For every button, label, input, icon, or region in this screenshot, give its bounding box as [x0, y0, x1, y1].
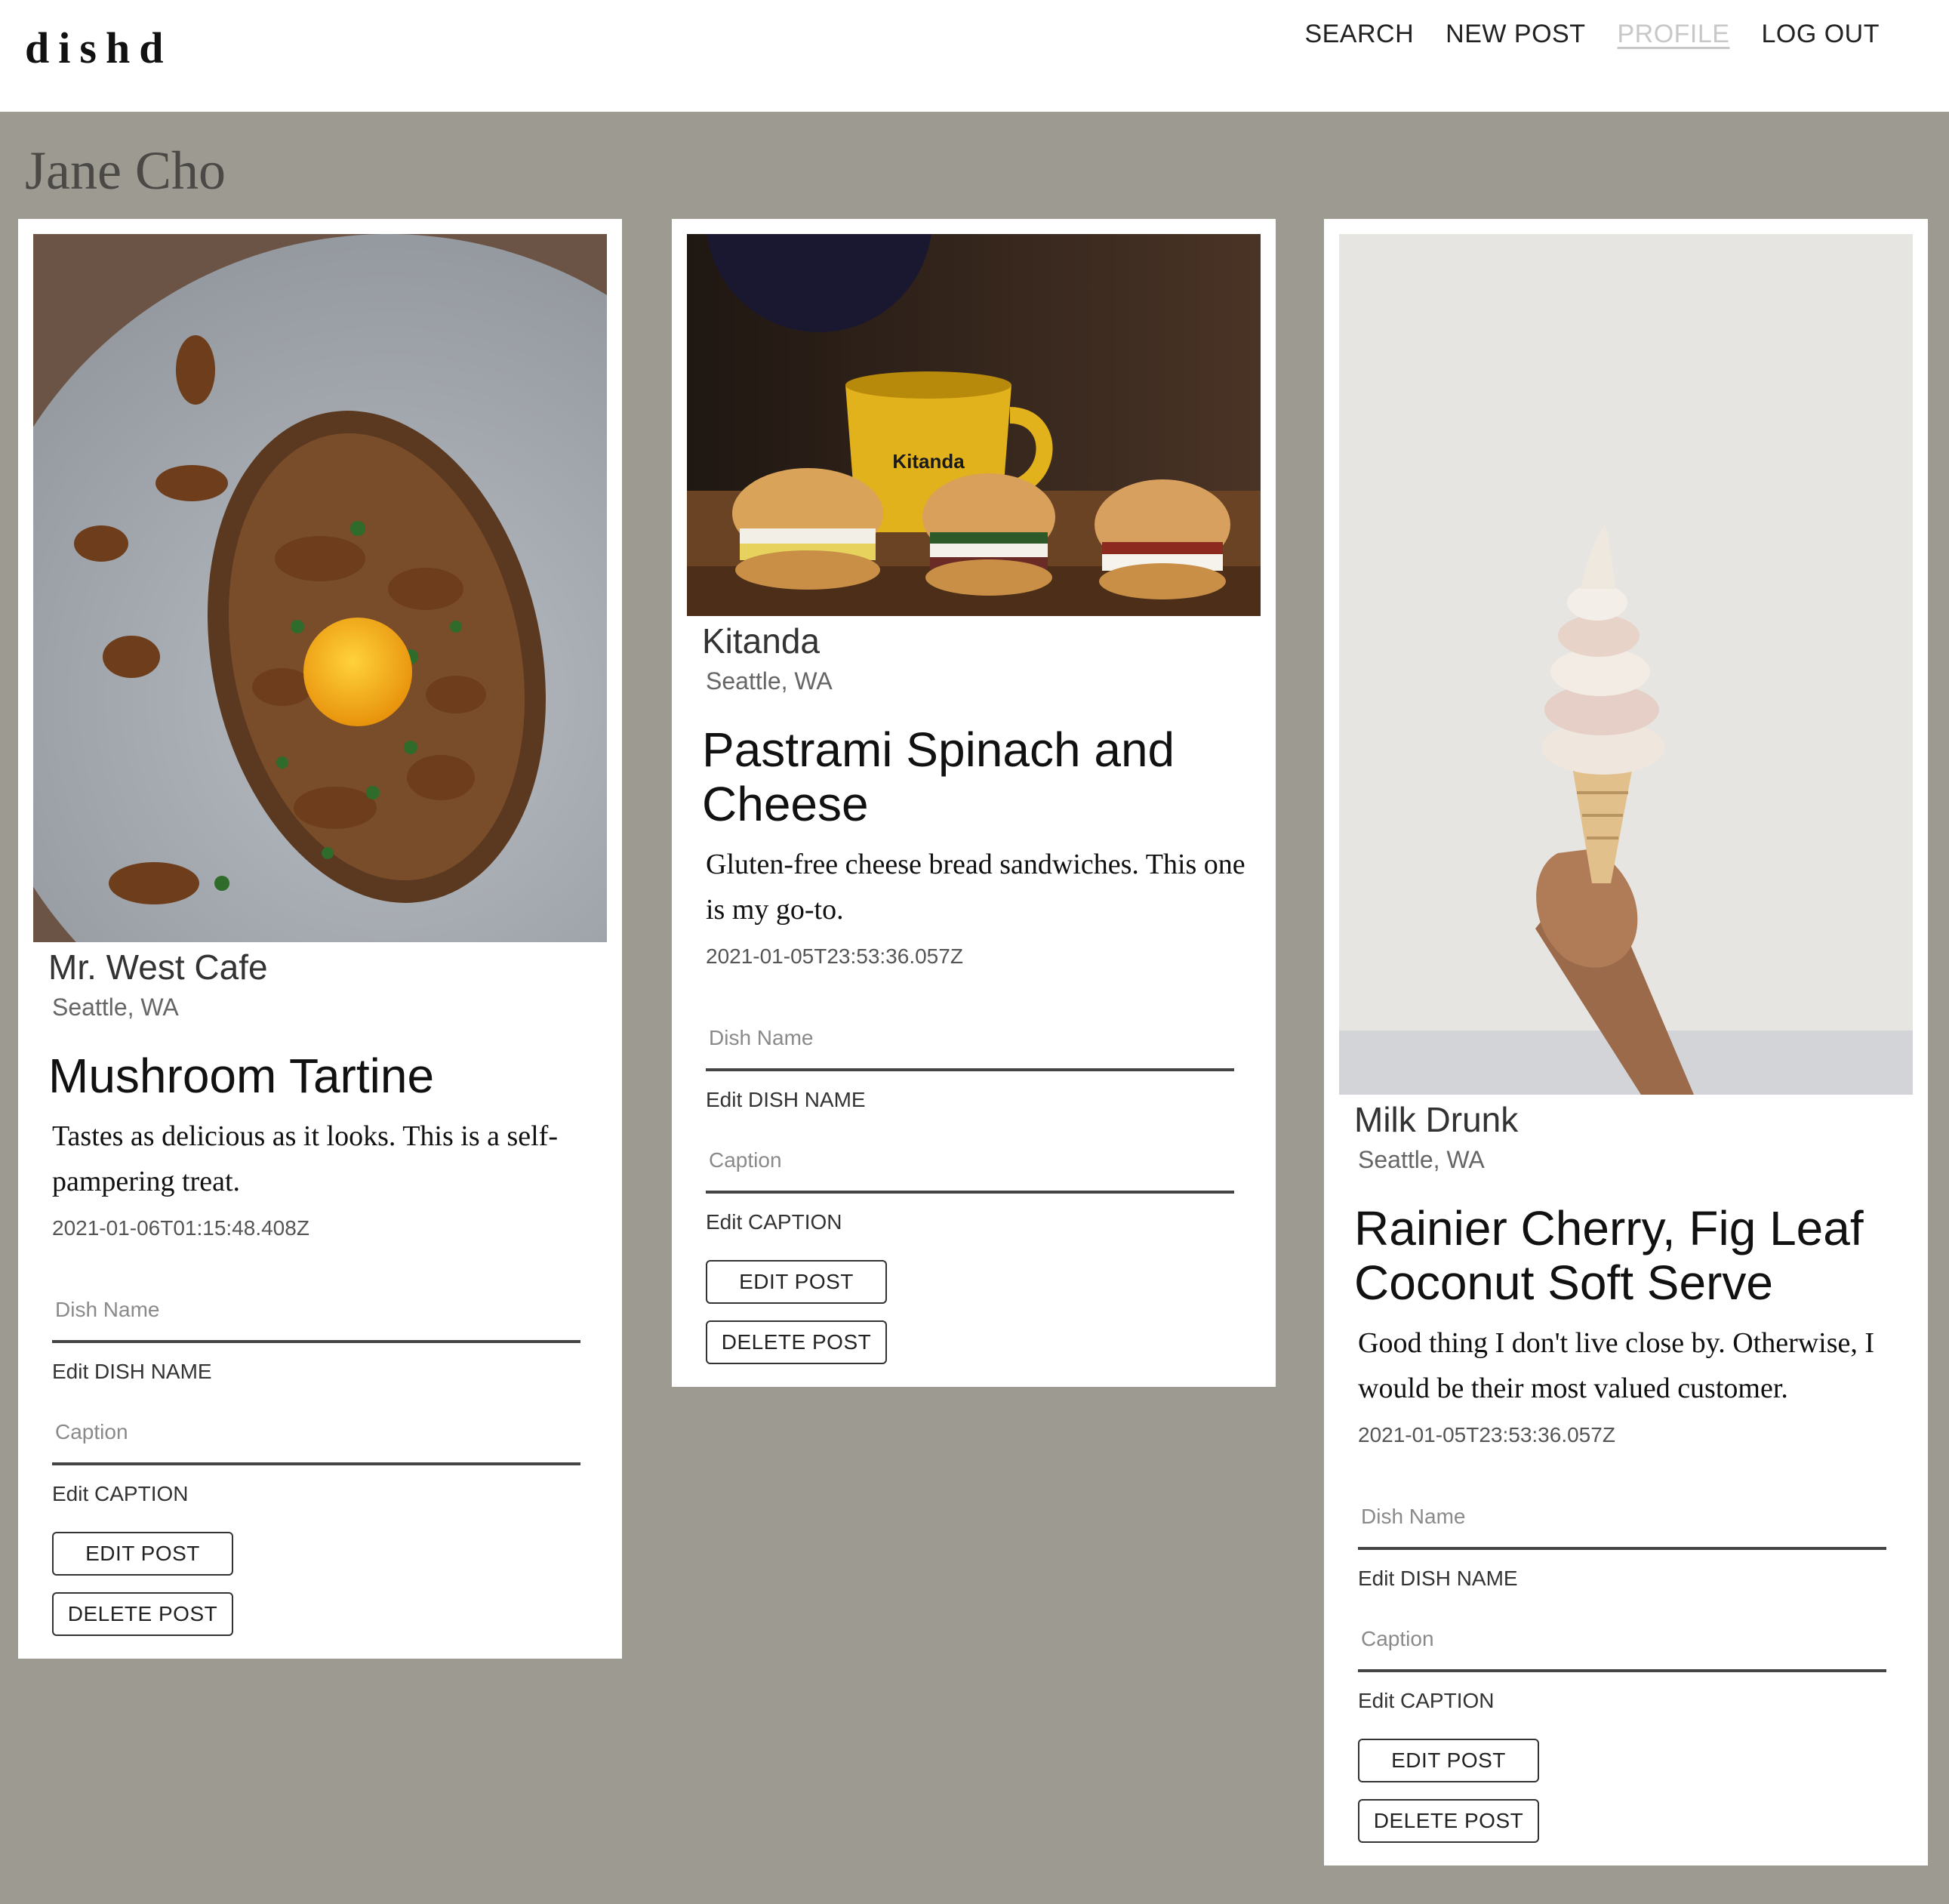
nav-profile-link[interactable]: PROFILE — [1617, 20, 1729, 49]
delete-post-button[interactable]: DELETE POST — [706, 1320, 887, 1364]
caption-field-group: Edit CAPTION — [706, 1142, 1234, 1234]
caption-helper-text: Edit CAPTION — [706, 1210, 842, 1234]
dish-name-helper-text: Edit DISH NAME — [52, 1360, 212, 1383]
caption-input[interactable] — [706, 1142, 1234, 1194]
mushroom-tartine-photo — [33, 234, 607, 942]
soft-serve-cone-photo — [1339, 234, 1913, 1095]
post-card: Mr. West Cafe Seattle, WA Mushroom Tarti… — [18, 219, 622, 1659]
post-timestamp: 2021-01-06T01:15:48.408Z — [52, 1216, 309, 1240]
edit-post-button[interactable]: EDIT POST — [1358, 1739, 1539, 1782]
caption-helper-text: Edit CAPTION — [52, 1482, 189, 1505]
profile-name: Jane Cho — [25, 140, 226, 201]
post-caption: Tastes as delicious as it looks. This is… — [52, 1120, 558, 1197]
restaurant-location: Seattle, WA — [52, 994, 179, 1021]
dish-title: Pastrami Spinach and Cheese — [702, 722, 1175, 831]
cheese-bread-sandwiches-photo: Kitanda — [687, 234, 1261, 616]
post-card: Kitanda Kitanda Seattle, WA Pastrami Spi… — [672, 219, 1276, 1387]
dish-name-input[interactable] — [52, 1292, 580, 1343]
dish-name-field-group: Edit DISH NAME — [706, 1020, 1234, 1112]
top-navbar: dishd SEARCH NEW POST PROFILE LOG OUT — [0, 0, 1949, 112]
post-timestamp: 2021-01-05T23:53:36.057Z — [706, 944, 963, 968]
nav-new-post-link[interactable]: NEW POST — [1446, 20, 1585, 49]
post-caption: Gluten-free cheese bread sandwiches. Thi… — [706, 849, 1245, 926]
restaurant-location: Seattle, WA — [1358, 1146, 1485, 1173]
caption-field-group: Edit CAPTION — [52, 1414, 580, 1506]
caption-field-group: Edit CAPTION — [1358, 1621, 1886, 1713]
dish-name-input[interactable] — [1358, 1499, 1886, 1550]
post-timestamp: 2021-01-05T23:53:36.057Z — [1358, 1423, 1615, 1446]
delete-post-button[interactable]: DELETE POST — [1358, 1799, 1539, 1843]
caption-helper-text: Edit CAPTION — [1358, 1689, 1495, 1712]
delete-post-button[interactable]: DELETE POST — [52, 1592, 233, 1636]
main-nav: SEARCH NEW POST PROFILE LOG OUT — [1304, 20, 1880, 49]
mug-logo-text: Kitanda — [892, 450, 965, 473]
app-logo[interactable]: dishd — [25, 23, 172, 73]
post-caption: Good thing I don't live close by. Otherw… — [1358, 1327, 1875, 1404]
caption-input[interactable] — [1358, 1621, 1886, 1672]
caption-input[interactable] — [52, 1414, 580, 1465]
dish-title: Rainier Cherry, Fig Leaf Coconut Soft Se… — [1354, 1201, 1864, 1310]
dish-name-input[interactable] — [706, 1020, 1234, 1071]
nav-logout-link[interactable]: LOG OUT — [1761, 20, 1880, 49]
restaurant-location: Seattle, WA — [706, 667, 833, 695]
restaurant-name: Mr. West Cafe — [48, 947, 268, 987]
restaurant-name: Kitanda — [702, 621, 821, 661]
dish-name-helper-text: Edit DISH NAME — [706, 1088, 866, 1111]
dish-name-field-group: Edit DISH NAME — [52, 1292, 580, 1384]
edit-post-button[interactable]: EDIT POST — [52, 1532, 233, 1576]
restaurant-name: Milk Drunk — [1354, 1100, 1519, 1139]
post-card: Milk Drunk Seattle, WA Rainier Cherry, F… — [1324, 219, 1928, 1865]
nav-search-link[interactable]: SEARCH — [1304, 20, 1414, 49]
dish-name-field-group: Edit DISH NAME — [1358, 1499, 1886, 1591]
dish-title: Mushroom Tartine — [48, 1049, 435, 1103]
dish-name-helper-text: Edit DISH NAME — [1358, 1567, 1518, 1590]
edit-post-button[interactable]: EDIT POST — [706, 1260, 887, 1304]
